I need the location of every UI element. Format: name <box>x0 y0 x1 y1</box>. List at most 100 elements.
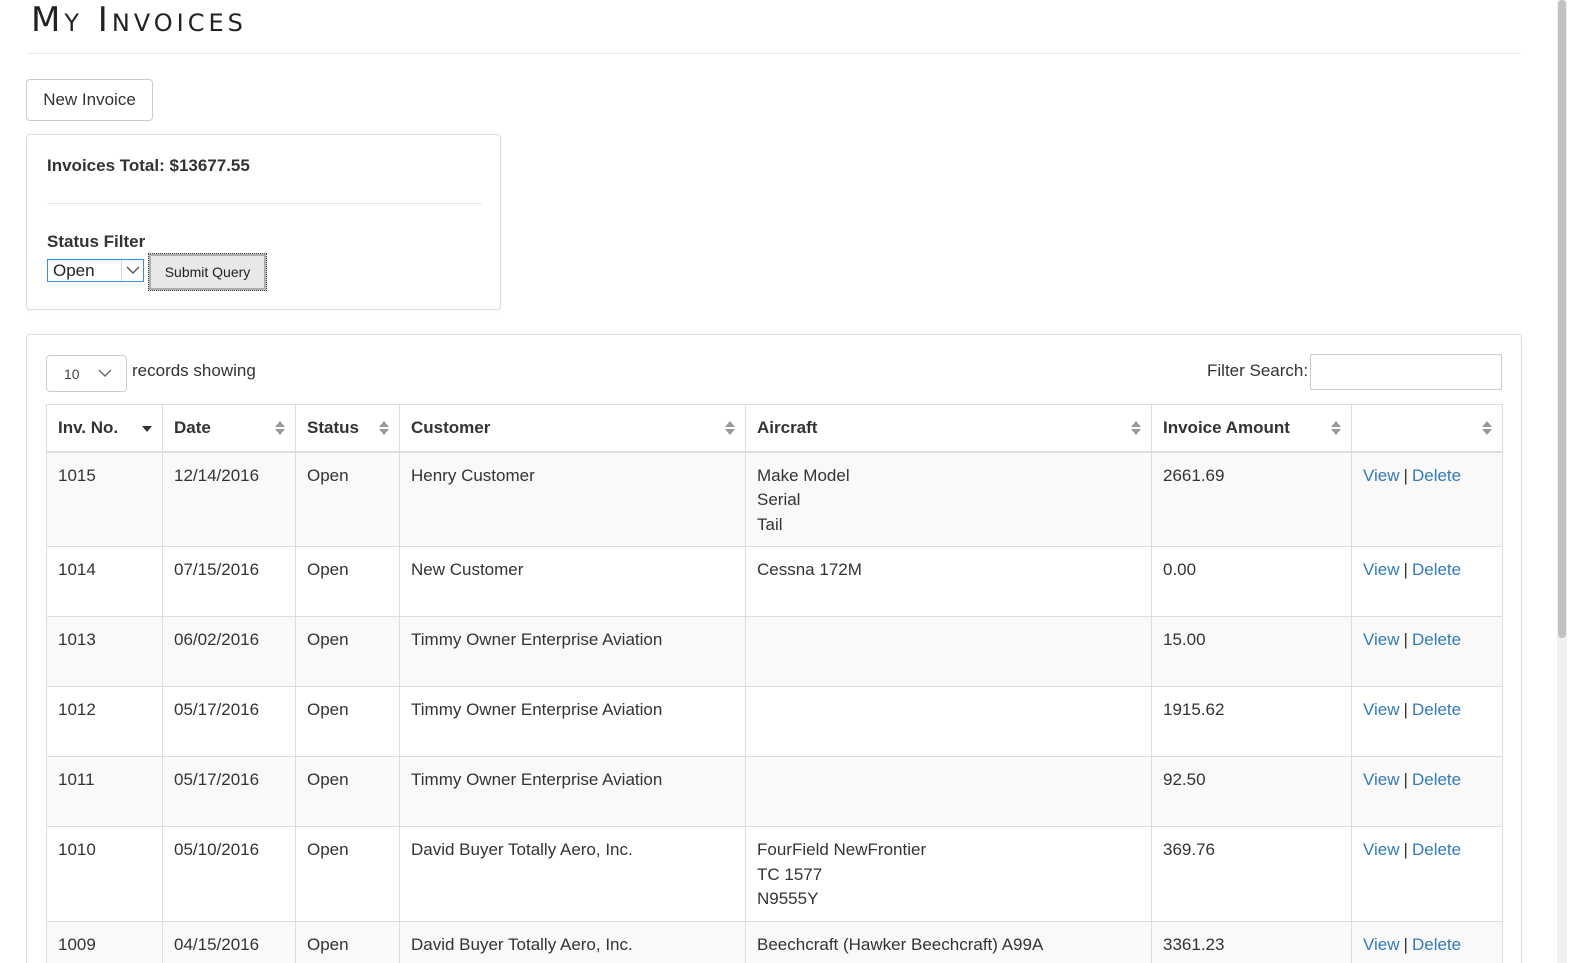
aircraft-line: N9555Y <box>757 889 819 908</box>
delete-link[interactable]: Delete <box>1412 560 1461 579</box>
cell-aircraft: Cessna 172M <box>745 546 1152 617</box>
view-link[interactable]: View <box>1363 466 1400 485</box>
aircraft-line: Make Model <box>757 465 850 485</box>
column-header-label: Customer <box>411 417 491 437</box>
filter-search-input[interactable] <box>1310 354 1502 390</box>
aircraft-line: Beechcraft (Hawker Beechcraft) A99A <box>757 935 1044 954</box>
cell-invoice-amount: 92.50 <box>1151 756 1352 827</box>
action-separator: | <box>1403 840 1408 859</box>
submit-query-button[interactable]: Submit Query <box>148 253 267 291</box>
chevron-down-icon <box>98 365 112 381</box>
summary-divider <box>47 203 482 204</box>
new-invoice-button[interactable]: New Invoice <box>26 79 153 121</box>
column-header[interactable]: Inv. No. <box>46 404 163 453</box>
cell-customer: New Customer <box>399 546 746 617</box>
cell-inv-no: 1013 <box>46 616 163 687</box>
delete-link[interactable]: Delete <box>1412 630 1461 649</box>
aircraft-line: TC 1577 <box>757 864 823 884</box>
invoice-table-panel: 10 records showing Filter Search: Inv. N… <box>26 334 1522 963</box>
cell-aircraft <box>745 616 1152 687</box>
cell-aircraft: Make Model Serial Tail <box>745 451 1152 547</box>
column-header-label: Inv. No. <box>58 417 119 437</box>
cell-invoice-amount: 1915.62 <box>1151 686 1352 757</box>
cell-actions: View | Delete <box>1351 451 1503 547</box>
delete-link[interactable]: Delete <box>1412 840 1461 859</box>
cell-date: 06/02/2016 <box>162 616 296 687</box>
column-header-label: Aircraft <box>757 417 818 437</box>
cell-customer: Timmy Owner Enterprise Aviation <box>399 686 746 757</box>
cell-inv-no: 1011 <box>46 756 163 827</box>
action-separator: | <box>1403 560 1408 579</box>
status-filter-value: Open <box>53 260 95 280</box>
column-header[interactable]: Aircraft <box>745 404 1152 453</box>
view-link[interactable]: View <box>1363 700 1400 719</box>
column-header[interactable]: Status <box>295 404 400 453</box>
cell-status: Open <box>295 616 400 687</box>
delete-link[interactable]: Delete <box>1412 770 1461 789</box>
view-link[interactable]: View <box>1363 840 1400 859</box>
table-row: 1015 12/14/2016 Open Henry Customer Make Mod… <box>46 451 1503 547</box>
page-title: My Invoices <box>31 0 247 40</box>
column-header[interactable] <box>1351 404 1503 453</box>
view-link[interactable]: View <box>1363 770 1400 789</box>
cell-status: Open <box>295 686 400 757</box>
page-scrollbar-thumb[interactable] <box>1558 0 1566 638</box>
cell-actions: View | Delete <box>1351 921 1503 963</box>
invoices-total: Invoices Total: $13677.55 <box>47 156 250 175</box>
records-length-select[interactable]: 10 <box>46 355 127 392</box>
table-body: 1015 12/14/2016 Open Henry Customer Make Mod… <box>46 451 1503 963</box>
table-row: 1014 07/15/2016 Open New Customer Cessna 172… <box>46 546 1503 617</box>
cell-inv-no: 1012 <box>46 686 163 757</box>
filter-search-label: Filter Search: <box>1207 361 1309 380</box>
cell-invoice-amount: 2661.69 <box>1151 451 1352 547</box>
cell-date: 05/10/2016 <box>162 826 296 922</box>
cell-customer: Timmy Owner Enterprise Aviation <box>399 616 746 687</box>
column-header[interactable]: Customer <box>399 404 746 453</box>
cell-date: 05/17/2016 <box>162 686 296 757</box>
chevron-down-icon <box>121 260 143 281</box>
table-row: 1012 05/17/2016 Open Timmy Owner Enterprise… <box>46 686 1503 757</box>
delete-link[interactable]: Delete <box>1412 700 1461 719</box>
column-header[interactable]: Date <box>162 404 296 453</box>
cell-aircraft: FourField NewFrontier TC 1577 N9555Y <box>745 826 1152 922</box>
aircraft-line: Cessna 172M <box>757 560 862 579</box>
view-link[interactable]: View <box>1363 560 1400 579</box>
delete-link[interactable]: Delete <box>1412 935 1461 954</box>
cell-aircraft <box>745 756 1152 827</box>
action-separator: | <box>1403 700 1408 719</box>
cell-status: Open <box>295 756 400 827</box>
sort-both-icon <box>1330 420 1342 441</box>
cell-actions: View | Delete <box>1351 546 1503 617</box>
cell-customer: David Buyer Totally Aero, Inc. <box>399 921 746 963</box>
cell-invoice-amount: 3361.23 <box>1151 921 1352 963</box>
column-header-label: Date <box>174 417 211 437</box>
cell-inv-no: 1014 <box>46 546 163 617</box>
cell-invoice-amount: 15.00 <box>1151 616 1352 687</box>
cell-invoice-amount: 369.76 <box>1151 826 1352 922</box>
cell-actions: View | Delete <box>1351 756 1503 827</box>
cell-inv-no: 1010 <box>46 826 163 922</box>
cell-date: 04/15/2016 <box>162 921 296 963</box>
sort-both-icon <box>378 420 390 441</box>
action-separator: | <box>1403 770 1408 789</box>
aircraft-line: Tail <box>757 514 783 534</box>
table-row: 1011 05/17/2016 Open Timmy Owner Enterprise… <box>46 756 1503 827</box>
aircraft-line: Serial <box>757 490 801 509</box>
table-row: 1009 04/15/2016 Open David Buyer Totally Ae… <box>46 921 1503 963</box>
delete-link[interactable]: Delete <box>1412 466 1461 485</box>
cell-date: 12/14/2016 <box>162 451 296 547</box>
view-link[interactable]: View <box>1363 630 1400 649</box>
cell-aircraft: Beechcraft (Hawker Beechcraft) A99A <box>745 921 1152 963</box>
column-header[interactable]: Invoice Amount <box>1151 404 1352 453</box>
table-row: 1010 05/10/2016 Open David Buyer Totally Ae… <box>46 826 1503 922</box>
cell-status: Open <box>295 921 400 963</box>
action-separator: | <box>1403 465 1408 485</box>
column-header-label: Status <box>307 417 359 437</box>
sort-desc-icon <box>141 420 153 441</box>
action-separator: | <box>1403 630 1408 649</box>
cell-inv-no: 1009 <box>46 921 163 963</box>
status-filter-select[interactable]: Open <box>47 259 144 282</box>
aircraft-line: FourField NewFrontier <box>757 840 927 859</box>
cell-status: Open <box>295 546 400 617</box>
view-link[interactable]: View <box>1363 935 1400 954</box>
